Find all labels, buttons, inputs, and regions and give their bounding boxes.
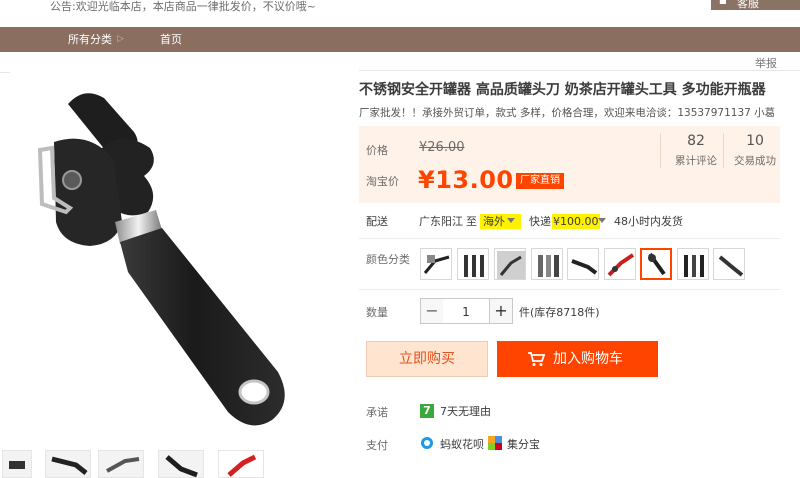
payment-method-jifenbao[interactable]: 集分宝: [507, 436, 540, 452]
divider: [359, 70, 800, 71]
ant-huabei-icon: [421, 437, 433, 449]
reviews-count[interactable]: 82: [685, 133, 707, 149]
thumbnail-image: [227, 454, 257, 477]
thumbnail-image: [9, 461, 25, 469]
store-notice: 公告:欢迎光临本店，本店商品一律批发价，不议价哦~: [50, 0, 316, 13]
customer-service-button[interactable]: ■ 客服: [711, 0, 800, 10]
option-image: [538, 255, 559, 277]
color-option[interactable]: [494, 248, 526, 280]
report-link[interactable]: 举报: [755, 55, 777, 71]
delivery-label: 配送: [366, 215, 388, 228]
quantity-label: 数量: [366, 306, 388, 319]
reviews-label[interactable]: 累计评论: [672, 153, 720, 168]
option-image: [718, 255, 744, 277]
option-image: [423, 255, 450, 274]
sales-label: 交易成功: [734, 155, 776, 167]
color-option[interactable]: [713, 248, 745, 280]
thumbnail[interactable]: [2, 450, 32, 478]
delivery-to-word: 至: [466, 215, 477, 228]
thumbnail-image: [51, 456, 88, 475]
buy-now-button[interactable]: 立即购买: [366, 341, 488, 377]
ship-time: 48小时内发货: [614, 215, 683, 228]
divider: [660, 133, 661, 168]
jifenbao-icon: [488, 436, 502, 450]
customer-service-label: 客服: [737, 0, 759, 10]
color-option-selected[interactable]: [640, 248, 672, 280]
thumbnail[interactable]: [158, 450, 204, 478]
color-category-label: 颜色分类: [366, 253, 410, 266]
thumbnail[interactable]: [218, 450, 264, 478]
delivery-origin: 广东阳江: [419, 215, 463, 228]
chevron-down-icon: [598, 218, 606, 223]
thumbnail[interactable]: [98, 450, 144, 478]
promise-label: 承诺: [366, 406, 388, 419]
payment-method-huabei[interactable]: 蚂蚁花呗: [440, 436, 484, 452]
color-option[interactable]: [604, 248, 636, 280]
nav-all-categories[interactable]: 所有分类: [68, 27, 112, 52]
sales-count: 10: [746, 133, 764, 149]
add-to-cart-label: 加入购物车: [553, 351, 623, 367]
option-image: [648, 252, 666, 276]
shipping-fee: ¥100.00: [552, 214, 600, 229]
thumbnail[interactable]: [45, 450, 91, 478]
option-image: [497, 251, 525, 279]
option-image: [571, 259, 598, 275]
seven-day-return-icon: 7: [420, 404, 434, 418]
nav-home[interactable]: 首页: [160, 27, 182, 52]
color-option[interactable]: [420, 248, 452, 280]
sale-price: ¥13.00: [418, 166, 514, 194]
can-opener-image: [37, 93, 285, 426]
product-title: 不锈钢安全开罐器 高品质罐头刀 奶茶店开罐头工具 多功能开瓶器: [359, 82, 766, 98]
original-price: ¥26.00: [419, 140, 465, 155]
thumbnail-image: [165, 455, 198, 477]
payment-label: 支付: [366, 439, 388, 452]
customer-service-icon: ■: [719, 0, 727, 5]
chevron-down-icon: [507, 218, 515, 223]
color-option[interactable]: [677, 248, 709, 280]
quantity-decrease-button[interactable]: −: [420, 298, 444, 324]
shipping-method: 快递: [529, 215, 551, 228]
color-option[interactable]: [531, 248, 563, 280]
shop-nav-bar: 所有分类 ▷ 首页: [0, 27, 800, 52]
option-image: [607, 253, 635, 277]
stock-info: 件(库存8718件): [519, 306, 600, 319]
top-bar: 公告:欢迎光临本店，本店商品一律批发价，不议价哦~ ■ 客服: [0, 0, 800, 24]
color-option[interactable]: [457, 248, 489, 280]
option-image: [684, 255, 704, 277]
main-product-image[interactable]: [10, 72, 340, 442]
thumbnail-image: [106, 457, 140, 473]
cart-icon: [528, 352, 545, 366]
price-label: 价格: [366, 144, 388, 157]
option-image: [464, 255, 484, 277]
divider: [723, 133, 724, 168]
quantity-increase-button[interactable]: +: [489, 298, 513, 324]
taobao-price-label: 淘宝价: [366, 175, 399, 188]
factory-direct-badge: 厂家直销: [516, 173, 564, 189]
divider: [0, 72, 10, 73]
color-option[interactable]: [567, 248, 599, 280]
divider: [359, 238, 780, 239]
add-to-cart-button[interactable]: 加入购物车: [497, 341, 658, 377]
divider: [359, 289, 780, 290]
product-subtitle: 厂家批发！！承接外贸订单，款式 多样，价格合理，欢迎来电洽谈：135379711…: [359, 107, 776, 119]
quantity-input[interactable]: 1: [443, 298, 489, 324]
chevron-right-icon: ▷: [117, 34, 124, 44]
shipping-fee-select[interactable]: ¥100.00: [552, 210, 600, 234]
promise-text[interactable]: 7天无理由: [440, 403, 491, 419]
